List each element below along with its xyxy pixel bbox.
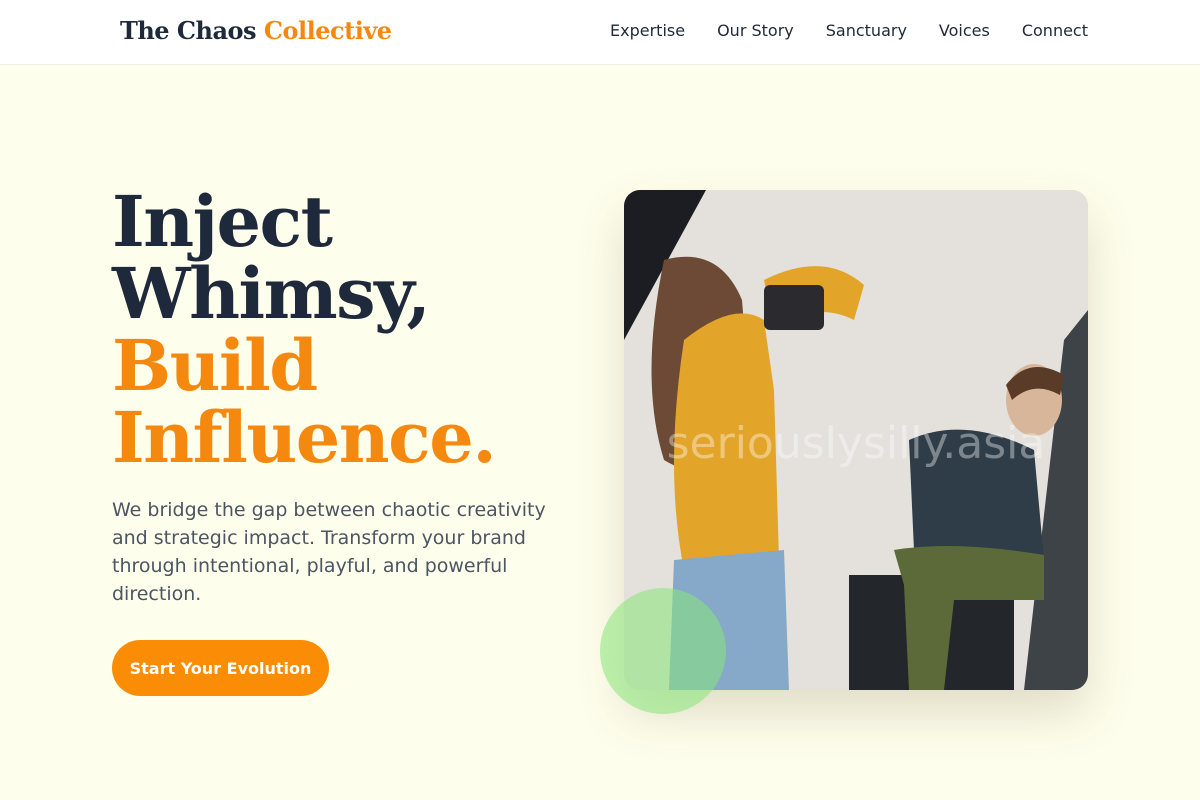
nav-our-story[interactable]: Our Story (717, 21, 794, 40)
nav-expertise[interactable]: Expertise (610, 21, 685, 40)
logo-main-text: The Chaos (120, 16, 257, 45)
nav-sanctuary[interactable]: Sanctuary (826, 21, 907, 40)
main-nav: Expertise Our Story Sanctuary Voices Con… (610, 21, 1088, 40)
logo[interactable]: The Chaos Collective (120, 16, 392, 45)
hero-headline: Inject Whimsy, Build Influence. (112, 180, 497, 479)
headline-line-3: Build (112, 324, 318, 407)
headline-line-2: Whimsy, (112, 252, 431, 335)
site-header: The Chaos Collective Expertise Our Story… (0, 0, 1200, 65)
nav-connect[interactable]: Connect (1022, 21, 1088, 40)
watermark-text: seriouslysilly.asia (666, 418, 1046, 469)
headline-line-4: Influence. (112, 396, 497, 479)
start-evolution-button[interactable]: Start Your Evolution (112, 640, 329, 696)
nav-voices[interactable]: Voices (939, 21, 990, 40)
decorative-green-circle (600, 588, 726, 714)
headline-line-1: Inject (112, 180, 333, 263)
camera-shape (764, 285, 824, 330)
logo-accent-text: Collective (263, 16, 392, 45)
hero-lead: We bridge the gap between chaotic creati… (112, 499, 546, 605)
